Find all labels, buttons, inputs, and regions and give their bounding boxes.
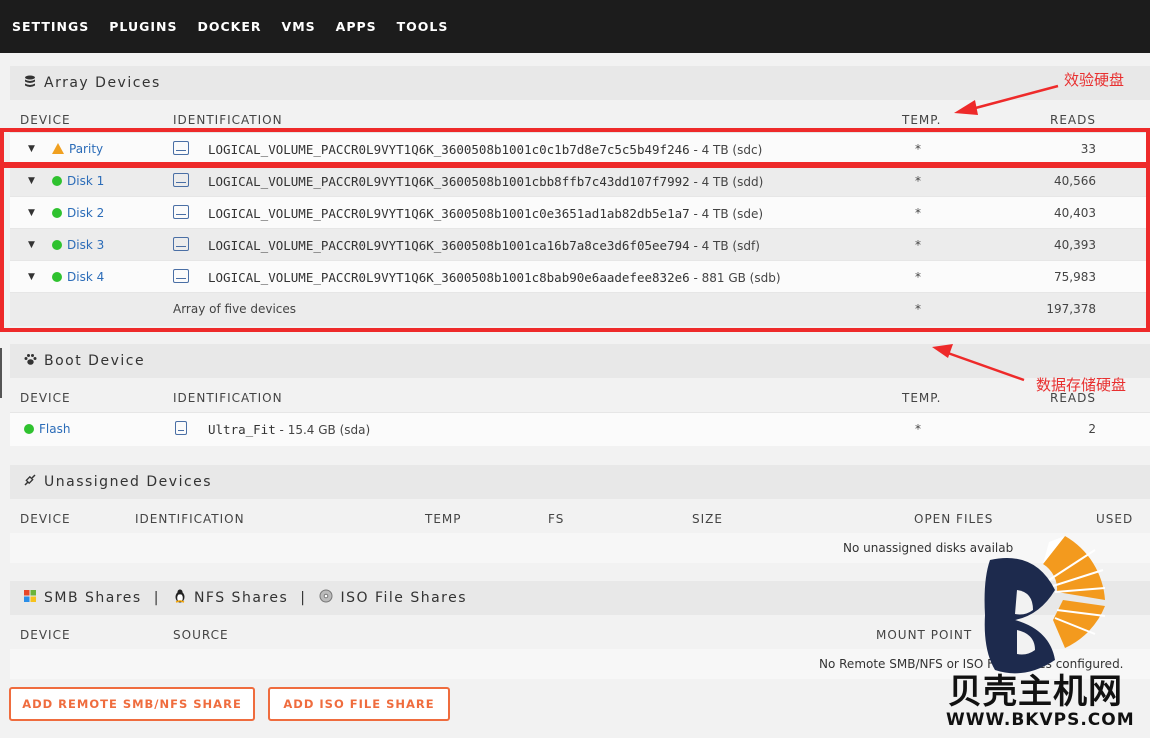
brand-url: WWW.BKVPS.COM: [946, 710, 1135, 730]
data-disks-annotation: 数据存储硬盘: [1036, 376, 1127, 394]
brand-name: 贝壳主机网: [948, 672, 1123, 712]
parity-annotation: 效验硬盘: [1064, 71, 1125, 89]
